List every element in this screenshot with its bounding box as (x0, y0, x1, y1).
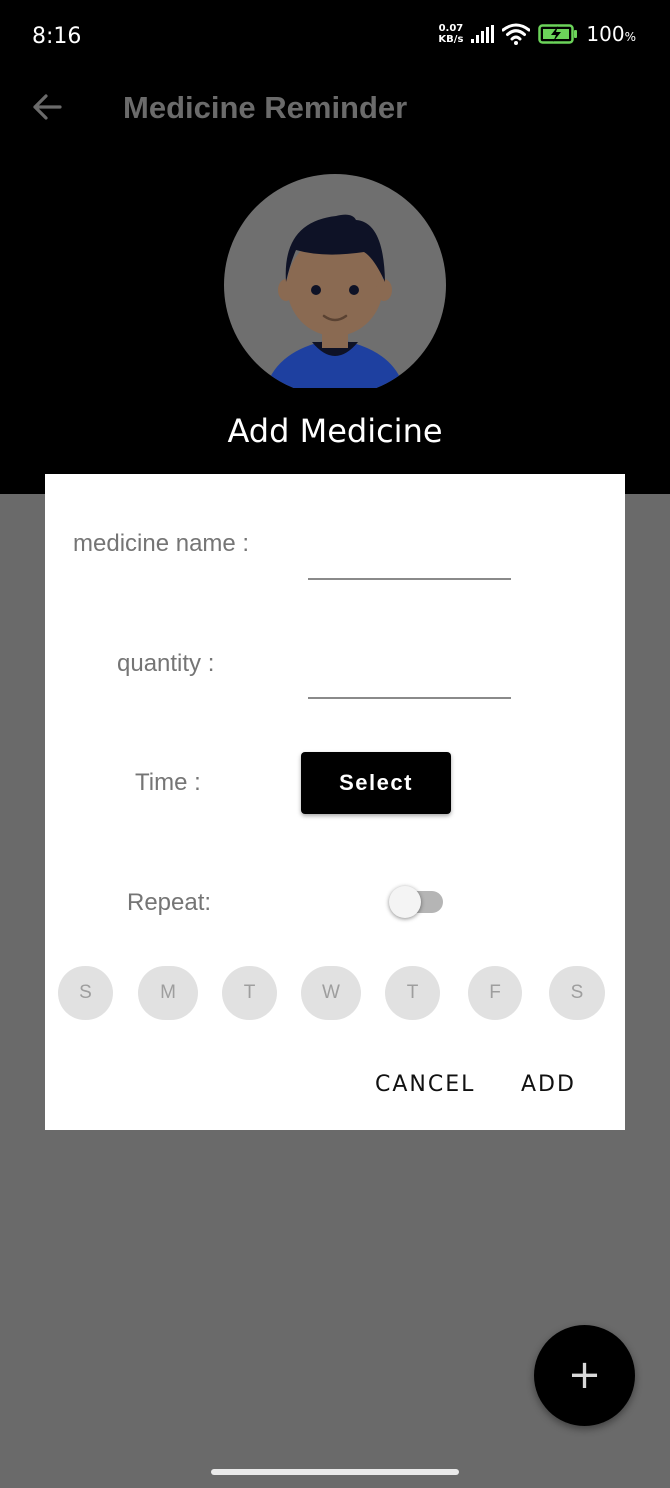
battery-percent-value: 100 (586, 22, 625, 46)
quantity-label: quantity : (117, 650, 215, 677)
dialog-title: Add Medicine (227, 412, 443, 450)
network-speed: 0.07 KB/s (438, 23, 463, 45)
status-bar: 8:16 0.07 KB/s 100% (0, 0, 670, 72)
repeat-switch-thumb (389, 886, 421, 918)
cell-signal-icon (471, 25, 495, 43)
medicine-name-label: medicine name : (73, 530, 250, 557)
day-chip-saturday[interactable]: S (549, 966, 605, 1020)
day-chip-thursday[interactable]: T (385, 966, 440, 1020)
toolbar: Medicine Reminder (0, 72, 670, 142)
add-button[interactable]: ADD (521, 1066, 576, 1102)
quantity-input[interactable] (308, 655, 511, 699)
status-icons: 0.07 KB/s 100% (438, 22, 636, 46)
wifi-icon (502, 23, 531, 45)
status-time: 8:16 (32, 24, 82, 49)
toolbar-title: Medicine Reminder (123, 90, 408, 125)
day-chip-monday[interactable]: M (138, 966, 198, 1020)
day-chip-friday[interactable]: F (468, 966, 522, 1020)
repeat-label: Repeat: (127, 889, 212, 916)
day-chip-tuesday[interactable]: T (222, 966, 277, 1020)
network-speed-value: 0.07 (438, 23, 464, 34)
time-label: Time : (135, 769, 201, 796)
day-chip-wednesday[interactable]: W (301, 966, 361, 1020)
day-chip-sunday[interactable]: S (58, 966, 113, 1020)
network-speed-unit: KB/s (438, 34, 464, 45)
add-medicine-fab[interactable]: + (534, 1325, 635, 1426)
home-indicator[interactable] (211, 1469, 459, 1475)
select-time-button[interactable]: Select (301, 752, 451, 814)
medicine-name-input[interactable] (308, 536, 511, 580)
avatar (224, 174, 446, 396)
battery-percent-sign: % (624, 30, 636, 44)
arrow-back-icon[interactable] (30, 90, 64, 124)
user-avatar-icon (264, 214, 406, 396)
battery-percent: 100% (586, 22, 636, 46)
dialog-header: Add Medicine (45, 388, 625, 474)
cancel-button[interactable]: CANCEL (375, 1066, 475, 1102)
battery-charging-icon (538, 24, 578, 44)
repeat-switch[interactable] (389, 886, 445, 918)
add-medicine-dialog: medicine name : quantity : Time : Select… (45, 474, 625, 1130)
